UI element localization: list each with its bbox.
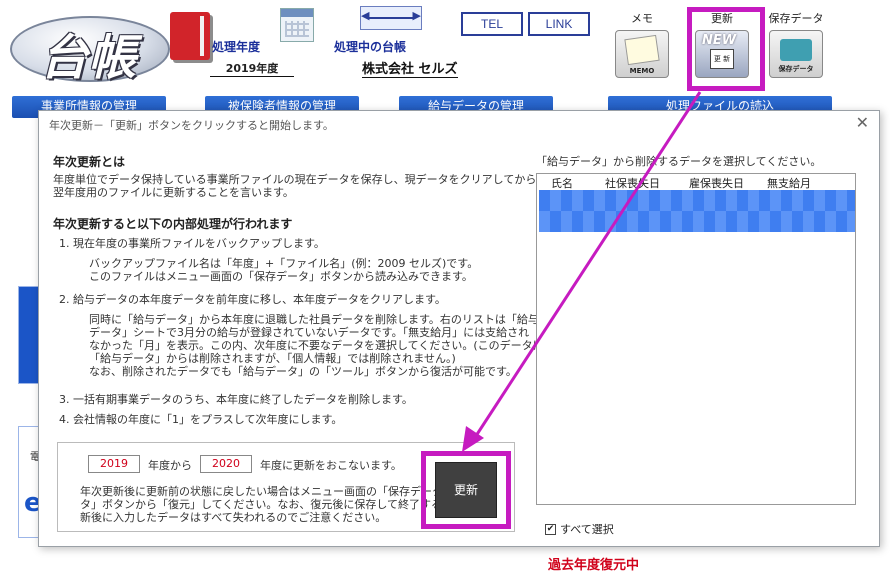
annual-update-dialog: 年次更新－「更新」ボタンをクリックすると開始します。 ✕ 年次更新とは 年度単位…	[38, 110, 880, 547]
memo-label: メモ	[631, 12, 653, 25]
link-button[interactable]: LINK	[528, 12, 590, 36]
step-1-detail: バックアップファイル名は「年度」+「ファイル名」(例：2009 セルズ)です。 …	[89, 257, 479, 283]
delete-candidate-list[interactable]: 氏名 社保喪失日 雇保喪失日 無支給月	[536, 173, 856, 505]
select-all-checkbox[interactable]: ✔	[545, 523, 556, 535]
year-from-label: 年度から	[148, 459, 192, 472]
processing-year-value: 2019年度	[210, 60, 294, 77]
company-value: 株式会社 セルズ	[362, 58, 458, 78]
step-2: 2. 給与データの本年度データを前年度に移し、本年度データをクリアします。	[59, 293, 446, 306]
list-item[interactable]	[539, 211, 855, 232]
calendar-icon[interactable]	[280, 8, 314, 42]
highlight-update-button	[421, 451, 511, 529]
col-name: 氏名	[551, 177, 573, 190]
briefcase-icon[interactable]: 保存データ	[769, 30, 823, 78]
tel-button[interactable]: TEL	[461, 12, 523, 36]
step-4: 4. 会社情報の年度に「1」をプラスして次年度にします。	[59, 413, 343, 426]
highlight-update-tool	[687, 7, 765, 91]
ledger-book-icon	[170, 12, 210, 60]
step-1: 1. 現在年度の事業所ファイルをバックアップします。	[59, 237, 325, 250]
select-all-label: すべて選択	[560, 523, 614, 536]
col-unpaid-month: 無支給月	[767, 177, 811, 190]
section-what-is-text: 年度単位でデータ保持している事業所ファイルの現在データを保存し、現データをクリア…	[53, 173, 537, 199]
restore-note: 年次更新後に更新前の状態に戻したい場合はメニュー画面の「保存データ」 タ」ボタン…	[80, 485, 475, 524]
list-caption: 「給与データ」から削除するデータを選択してください。	[536, 155, 822, 168]
memo-icon[interactable]: MEMO	[615, 30, 669, 78]
company-label: 処理中の台帳	[334, 40, 407, 54]
step-2-detail: 同時に「給与データ」から本年度に退職した社員データを削除します。右のリストは「給…	[89, 313, 544, 378]
switch-arrows-icon[interactable]	[360, 6, 422, 30]
col-employment-loss-date: 雇保喪失日	[689, 177, 744, 190]
close-icon[interactable]: ✕	[856, 113, 869, 132]
year-to-label: 年度に更新をおこないます。	[260, 459, 402, 472]
year-to-input[interactable]: 2020	[200, 455, 252, 473]
col-social-loss-date: 社保喪失日	[605, 177, 660, 190]
save-data-tool[interactable]: 保存データ 保存データ	[764, 10, 828, 78]
app-logo: 台帳	[10, 10, 180, 88]
section-what-is-title: 年次更新とは	[53, 155, 126, 169]
select-all-option[interactable]: ✔ すべて選択	[545, 521, 614, 537]
memo-tool[interactable]: メモ MEMO	[610, 10, 674, 78]
dialog-title: 年次更新－「更新」ボタンをクリックすると開始します。	[49, 119, 334, 132]
list-header: 氏名 社保喪失日 雇保喪失日 無支給月	[537, 174, 855, 190]
section-process-title: 年次更新すると以下の内部処理が行われます	[53, 217, 293, 231]
save-data-label: 保存データ	[768, 12, 824, 25]
step-3: 3. 一括有期事業データのうち、本年度に終了したデータを削除します。	[59, 393, 413, 406]
restore-status-text: 過去年度復元中	[548, 558, 640, 573]
year-from-input[interactable]: 2019	[88, 455, 140, 473]
processing-year-label: 処理年度	[212, 40, 261, 54]
